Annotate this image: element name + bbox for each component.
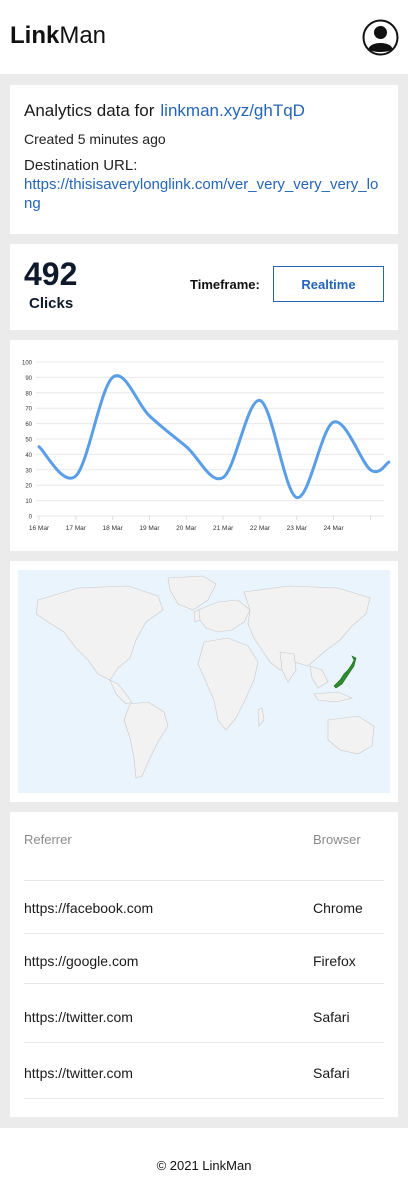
y-tick-label: 20 bbox=[25, 484, 32, 490]
y-tick-label: 100 bbox=[22, 361, 33, 367]
clicks-card: 492 Clicks Timeframe: Realtime bbox=[10, 244, 398, 330]
table-row: https://twitter.com Safari bbox=[24, 983, 384, 1042]
x-tick-label: 20 Mar bbox=[176, 525, 197, 532]
timeframe-button[interactable]: Realtime bbox=[273, 266, 384, 302]
referrer-cell: https://google.com bbox=[24, 953, 139, 969]
table-row: https://twitter.com Safari bbox=[24, 1042, 384, 1098]
y-tick-label: 60 bbox=[25, 422, 32, 428]
x-tick-label: 18 Mar bbox=[103, 525, 124, 532]
destination-url-link[interactable]: https://thisisaverylonglink.com/ver_very… bbox=[24, 175, 386, 213]
y-tick-label: 10 bbox=[25, 499, 32, 505]
y-tick-label: 90 bbox=[25, 376, 32, 382]
x-tick-label: 16 Mar bbox=[29, 525, 50, 532]
series-line bbox=[37, 374, 391, 499]
table-row: https://google.com Firefox bbox=[24, 933, 384, 983]
y-tick-label: 0 bbox=[29, 515, 33, 521]
map-card bbox=[10, 561, 398, 802]
x-tick-label: 24 Mar bbox=[323, 525, 344, 532]
referrer-cell: https://twitter.com bbox=[24, 1065, 133, 1081]
referrer-cell: https://twitter.com bbox=[24, 1009, 133, 1025]
browser-cell: Safari bbox=[313, 1065, 350, 1081]
browser-cell: Firefox bbox=[313, 953, 356, 969]
app-header: LinkMan bbox=[0, 0, 408, 74]
table-row: https://facebook.com Chrome bbox=[24, 880, 384, 934]
clicks-chart-card: 0 10 20 30 40 50 60 70 80 90 100 16 Mar 17 Mar 18 Mar… bbox=[10, 340, 398, 551]
page-footer: © 2021 LinkMan bbox=[0, 1128, 408, 1202]
main-content: Analytics data for linkman.xyz/ghTqD Crea… bbox=[0, 74, 408, 1128]
browser-cell: Chrome bbox=[313, 900, 363, 916]
y-tick-label: 30 bbox=[25, 468, 32, 474]
link-summary-card: Analytics data for linkman.xyz/ghTqD Crea… bbox=[10, 85, 398, 234]
referrers-table-card: Referrer Browser https://facebook.com Ch… bbox=[10, 812, 398, 1117]
short-link[interactable]: linkman.xyz/ghTqD bbox=[160, 101, 305, 120]
user-circle-icon[interactable] bbox=[362, 19, 399, 56]
x-tick-label: 21 Mar bbox=[213, 525, 234, 532]
referrer-cell: https://facebook.com bbox=[24, 900, 154, 916]
created-time: Created 5 minutes ago bbox=[24, 131, 166, 147]
browser-column-header: Browser bbox=[313, 832, 361, 847]
y-tick-label: 70 bbox=[25, 407, 32, 413]
japan-region bbox=[333, 655, 357, 689]
x-tick-label: 17 Mar bbox=[66, 525, 87, 532]
y-tick-label: 40 bbox=[25, 453, 32, 459]
click-count: 492 bbox=[24, 256, 78, 292]
table-divider bbox=[24, 1098, 384, 1099]
brand-logo[interactable]: LinkMan bbox=[10, 22, 106, 50]
timeframe-label: Timeframe: bbox=[190, 277, 260, 292]
y-tick-label: 50 bbox=[25, 438, 32, 444]
world-map bbox=[18, 570, 390, 793]
browser-cell: Safari bbox=[313, 1009, 350, 1025]
click-count-label: Clicks bbox=[29, 295, 74, 312]
destination-label: Destination URL: bbox=[24, 157, 138, 174]
referrer-column-header: Referrer bbox=[24, 832, 72, 847]
world-map-graphic bbox=[35, 575, 375, 779]
copyright-text: © 2021 LinkMan bbox=[156, 1158, 252, 1173]
x-tick-label: 22 Mar bbox=[250, 525, 271, 532]
x-tick-label: 23 Mar bbox=[287, 525, 308, 532]
clicks-line-chart: 0 10 20 30 40 50 60 70 80 90 100 16 Mar 17 Mar 18 Mar… bbox=[22, 361, 391, 532]
x-tick-label: 19 Mar bbox=[139, 525, 160, 532]
analytics-title: Analytics data for linkman.xyz/ghTqD bbox=[24, 101, 305, 120]
y-tick-label: 80 bbox=[25, 391, 32, 397]
